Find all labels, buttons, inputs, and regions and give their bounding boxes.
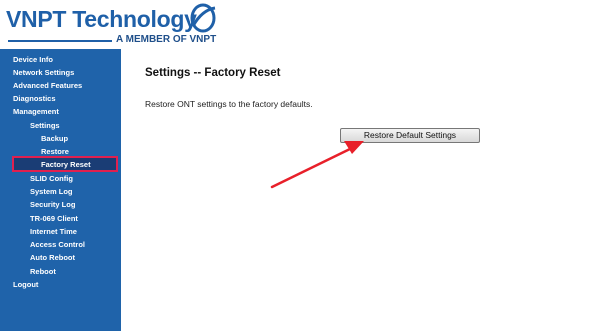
sidebar-item-auto-reboot[interactable]: Auto Reboot [30, 253, 75, 263]
restore-default-settings-button[interactable]: Restore Default Settings [340, 128, 480, 143]
sidebar-item-reboot[interactable]: Reboot [30, 267, 56, 277]
logo-wordmark: VNPT Technology [6, 6, 197, 32]
sidebar-item-diagnostics[interactable]: Diagnostics [13, 94, 56, 104]
sidebar-item-slid-config[interactable]: SLID Config [30, 174, 73, 184]
factory-reset-highlight-box [12, 156, 118, 172]
vnpt-logo-icon [190, 3, 216, 33]
sidebar-item-backup[interactable]: Backup [41, 134, 68, 144]
sidebar-item-system-log[interactable]: System Log [30, 187, 73, 197]
sidebar-item-tr069-client[interactable]: TR-069 Client [30, 214, 78, 224]
sidebar-item-access-control[interactable]: Access Control [30, 240, 85, 250]
main-content [121, 49, 600, 331]
page-description: Restore ONT settings to the factory defa… [145, 99, 313, 109]
sidebar-item-security-log[interactable]: Security Log [30, 200, 75, 210]
sidebar-item-advanced-features[interactable]: Advanced Features [13, 81, 82, 91]
sidebar-item-settings[interactable]: Settings [30, 121, 60, 131]
logo-underline [8, 40, 112, 42]
sidebar-item-internet-time[interactable]: Internet Time [30, 227, 77, 237]
sidebar-item-device-info[interactable]: Device Info [13, 55, 53, 65]
page-title: Settings -- Factory Reset [145, 67, 281, 79]
header: VNPT Technology A MEMBER OF VNPT [0, 0, 600, 49]
sidebar-item-logout[interactable]: Logout [13, 280, 38, 290]
sidebar-item-network-settings[interactable]: Network Settings [13, 68, 74, 78]
sidebar-item-management[interactable]: Management [13, 107, 59, 117]
